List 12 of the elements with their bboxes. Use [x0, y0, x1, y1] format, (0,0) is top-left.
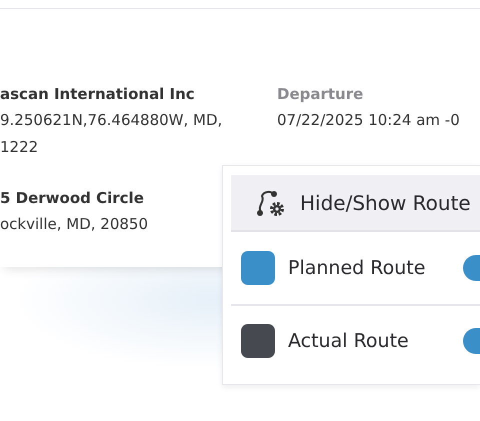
route-toggle[interactable]: [463, 328, 480, 354]
departure-time: 07/22/2025 10:24 am -0: [277, 110, 460, 131]
route-name: Actual Route: [288, 330, 410, 352]
panel-title: Hide/Show Route: [300, 190, 471, 214]
route-toggle[interactable]: [463, 255, 480, 281]
destination-address: ockville, MD, 20850: [0, 214, 148, 235]
origin-name: ascan International Inc: [0, 84, 195, 105]
origin-address: 9.250621N,76.464880W, MD,: [0, 110, 222, 131]
origin-address: 1222: [0, 137, 38, 158]
departure-label: Departure: [277, 84, 364, 105]
destination-name: 5 Derwood Circle: [0, 188, 144, 209]
route-name: Planned Route: [288, 257, 426, 279]
